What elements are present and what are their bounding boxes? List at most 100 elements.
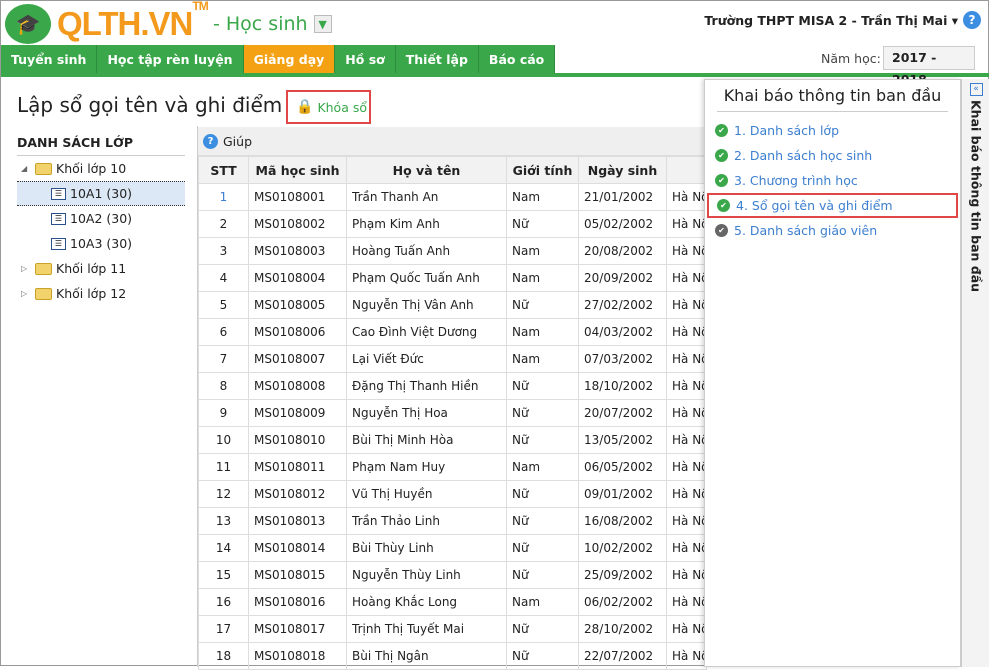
table-row[interactable]: 7MS0108007Lại Viết ĐứcNam07/03/2002Hà Nộ… (198, 345, 707, 373)
column-header[interactable]: Mã học sinh (248, 156, 347, 184)
table-cell: Vũ Thị Huyền (346, 480, 507, 508)
table-cell: Nam (506, 318, 579, 346)
help-icon[interactable]: ? (963, 11, 981, 29)
table-row[interactable]: 8 MS0108008 Đặng Thị Thanh Hiền Nữ 18/10/200… (198, 372, 707, 400)
table-cell: Phạm Nam Huy (346, 453, 507, 481)
logo[interactable]: 🎓 QLTH.VNTM (5, 0, 209, 44)
column-header[interactable]: Ngày sinh (578, 156, 667, 184)
folder-icon (35, 287, 52, 300)
setup-step[interactable]: ✔ 1. Danh sách lớp (707, 118, 958, 143)
collapse-icon[interactable]: « (969, 83, 983, 96)
table-cell: 5 (198, 291, 249, 319)
table-cell: Nguyễn Thị Hoa (346, 399, 507, 427)
year-select[interactable]: 2017 - 2018 ⌄ (883, 46, 975, 87)
nav-tab[interactable]: Thiết lập (395, 45, 479, 74)
table-cell: MS0108008 (248, 372, 347, 400)
class-icon: ☰ (51, 237, 66, 250)
table-cell: 14 (198, 534, 249, 562)
table-cell: 25/09/2002 (578, 561, 667, 589)
collapsed-icon[interactable]: ▷ (21, 256, 31, 281)
table-cell: Nam (506, 237, 579, 265)
table-cell: Hà Nội (666, 399, 707, 427)
help-icon[interactable]: ? (203, 133, 218, 149)
step-label: 2. Danh sách học sinh (734, 148, 873, 163)
table-cell: Nam (506, 453, 579, 481)
expanded-icon[interactable]: ◢ (21, 156, 31, 181)
table-cell: Nữ (506, 372, 579, 400)
tree-node-k11[interactable]: ▷ Khối lớp 11 (17, 256, 185, 281)
lock-icon: 🔒 (296, 99, 314, 115)
table-row[interactable]: 10 MS0108010 Bùi Thị Minh Hòa Nữ 13/05/2002 H… (198, 426, 707, 454)
setup-step[interactable]: ✔ 3. Chương trình học (707, 168, 958, 193)
table-row[interactable]: 13 MS0108013 Trần Thảo Linh Nữ 16/08/2002 Hà … (198, 507, 707, 535)
table-cell: Nữ (506, 615, 579, 643)
tree-node-10a1[interactable]: ☰ 10A1 (30) (17, 181, 185, 206)
lock-book-button[interactable]: 🔒 Khóa sổ (286, 90, 371, 124)
tree-node-k10[interactable]: ◢ Khối lớp 10 (17, 156, 185, 181)
table-cell: Hoàng Khắc Long (346, 588, 507, 616)
table-cell: Nữ (506, 399, 579, 427)
setup-step[interactable]: ✔ 4. Sổ gọi tên và ghi điểm (707, 193, 958, 218)
table-cell: Bùi Thị Ngân (346, 642, 507, 670)
table-cell: Hà Nội (666, 588, 707, 616)
table-row[interactable]: 11 MS0108011 Phạm Nam Huy Nam 06/05/2002 Hà N… (198, 453, 707, 481)
table-cell: 06/05/2002 (578, 453, 667, 481)
node-label: Khối lớp 12 (56, 286, 127, 301)
table-row[interactable]: 12MS0108012Vũ Thị HuyềnNữ09/01/2002Hà Nộ… (198, 480, 707, 508)
table-cell: 20/07/2002 (578, 399, 667, 427)
table-row[interactable]: 5 MS0108005 Nguyễn Thị Vân Anh Nữ 27/02/2002… (198, 291, 707, 319)
check-icon: ✔ (715, 174, 728, 187)
table-cell: 3 (198, 237, 249, 265)
tree-node-10a2[interactable]: ☰ 10A2 (30) (17, 206, 185, 231)
table-cell: Phạm Kim Anh (346, 210, 507, 238)
help-button[interactable]: Giúp (223, 134, 252, 149)
tree-node-k12[interactable]: ▷ Khối lớp 12 (17, 281, 185, 306)
table-cell: Hà Nội (666, 453, 707, 481)
nav-tab[interactable]: Tuyển sinh (1, 45, 98, 74)
table-cell: Nữ (506, 561, 579, 589)
table-cell: Nữ (506, 426, 579, 454)
table-row[interactable]: 14 MS0108014 Bùi Thùy Linh Nữ 10/02/2002 Hà N… (198, 534, 707, 562)
chevron-down-icon[interactable]: ▼ (313, 15, 332, 33)
column-header[interactable]: Họ và tên (346, 156, 507, 184)
table-row[interactable]: 2MS0108002Phạm Kim AnhNữ05/02/2002Hà Nội (198, 210, 707, 238)
table-row[interactable]: 16 MS0108016 Hoàng Khắc Long Nam 06/02/2002 H… (198, 588, 707, 616)
table-cell: MS0108014 (248, 534, 347, 562)
setup-panel-tab[interactable]: « Khai báo thông tin ban đầu (961, 79, 989, 667)
table-cell: Nữ (506, 507, 579, 535)
table-row[interactable]: 15 MS0108015 Nguyễn Thùy Linh Nữ 25/09/2002 H… (198, 561, 707, 589)
table-cell: MS0108006 (248, 318, 347, 346)
node-label: Khối lớp 11 (56, 261, 127, 276)
table-cell: 18/10/2002 (578, 372, 667, 400)
table-row[interactable]: 1 MS0108001 Trần Thanh An Nam 21/01/2002 Hà N… (198, 183, 707, 211)
nav-tab[interactable]: Hồ sơ (335, 45, 396, 74)
table-row[interactable]: 6 MS0108006 Cao Đình Việt Dương Nam 04/03/20… (198, 318, 707, 346)
table-cell: 9 (198, 399, 249, 427)
table-row[interactable]: 9 MS0108009 Nguyễn Thị Hoa Nữ 20/07/2002 Hà N… (198, 399, 707, 427)
check-icon: ✔ (717, 199, 730, 212)
table-row[interactable]: 3 MS0108003 Hoàng Tuấn Anh Nam 20/08/2002 Hà … (198, 237, 707, 265)
column-header[interactable] (666, 156, 707, 184)
step-label: 1. Danh sách lớp (734, 123, 839, 138)
table-cell: Nguyễn Thị Vân Anh (346, 291, 507, 319)
table-cell: 1 (198, 183, 249, 211)
setup-step[interactable]: ✔ 5. Danh sách giáo viên (707, 218, 958, 243)
table-cell: 21/01/2002 (578, 183, 667, 211)
table-cell: 04/03/2002 (578, 318, 667, 346)
tree-node-10a3[interactable]: ☰ 10A3 (30) (17, 231, 185, 256)
table-cell: 06/02/2002 (578, 588, 667, 616)
column-header[interactable]: STT (198, 156, 249, 184)
trademark: TM (192, 0, 208, 13)
column-header[interactable]: Giới tính (506, 156, 579, 184)
table-row[interactable]: 18MS0108018Bùi Thị NgânNữ22/07/2002Hà Nộ… (198, 642, 707, 670)
nav-tab[interactable]: Báo cáo (478, 45, 556, 74)
nav-tab[interactable]: Học tập rèn luyện (97, 45, 244, 74)
setup-step[interactable]: ✔ 2. Danh sách học sinh (707, 143, 958, 168)
user-menu[interactable]: Trường THPT MISA 2 - Trần Thị Mai ▾ (704, 13, 958, 28)
table-row[interactable]: 4 MS0108004 Phạm Quốc Tuấn Anh Nam 20/09/200… (198, 264, 707, 292)
table-cell: MS0108005 (248, 291, 347, 319)
collapsed-icon[interactable]: ▷ (21, 281, 31, 306)
nav-tab[interactable]: Giảng dạy (243, 45, 336, 74)
role-selector[interactable]: - Học sinh ▼ (213, 13, 332, 35)
table-row[interactable]: 17 MS0108017 Trịnh Thị Tuyết Mai Nữ 28/10/20… (198, 615, 707, 643)
